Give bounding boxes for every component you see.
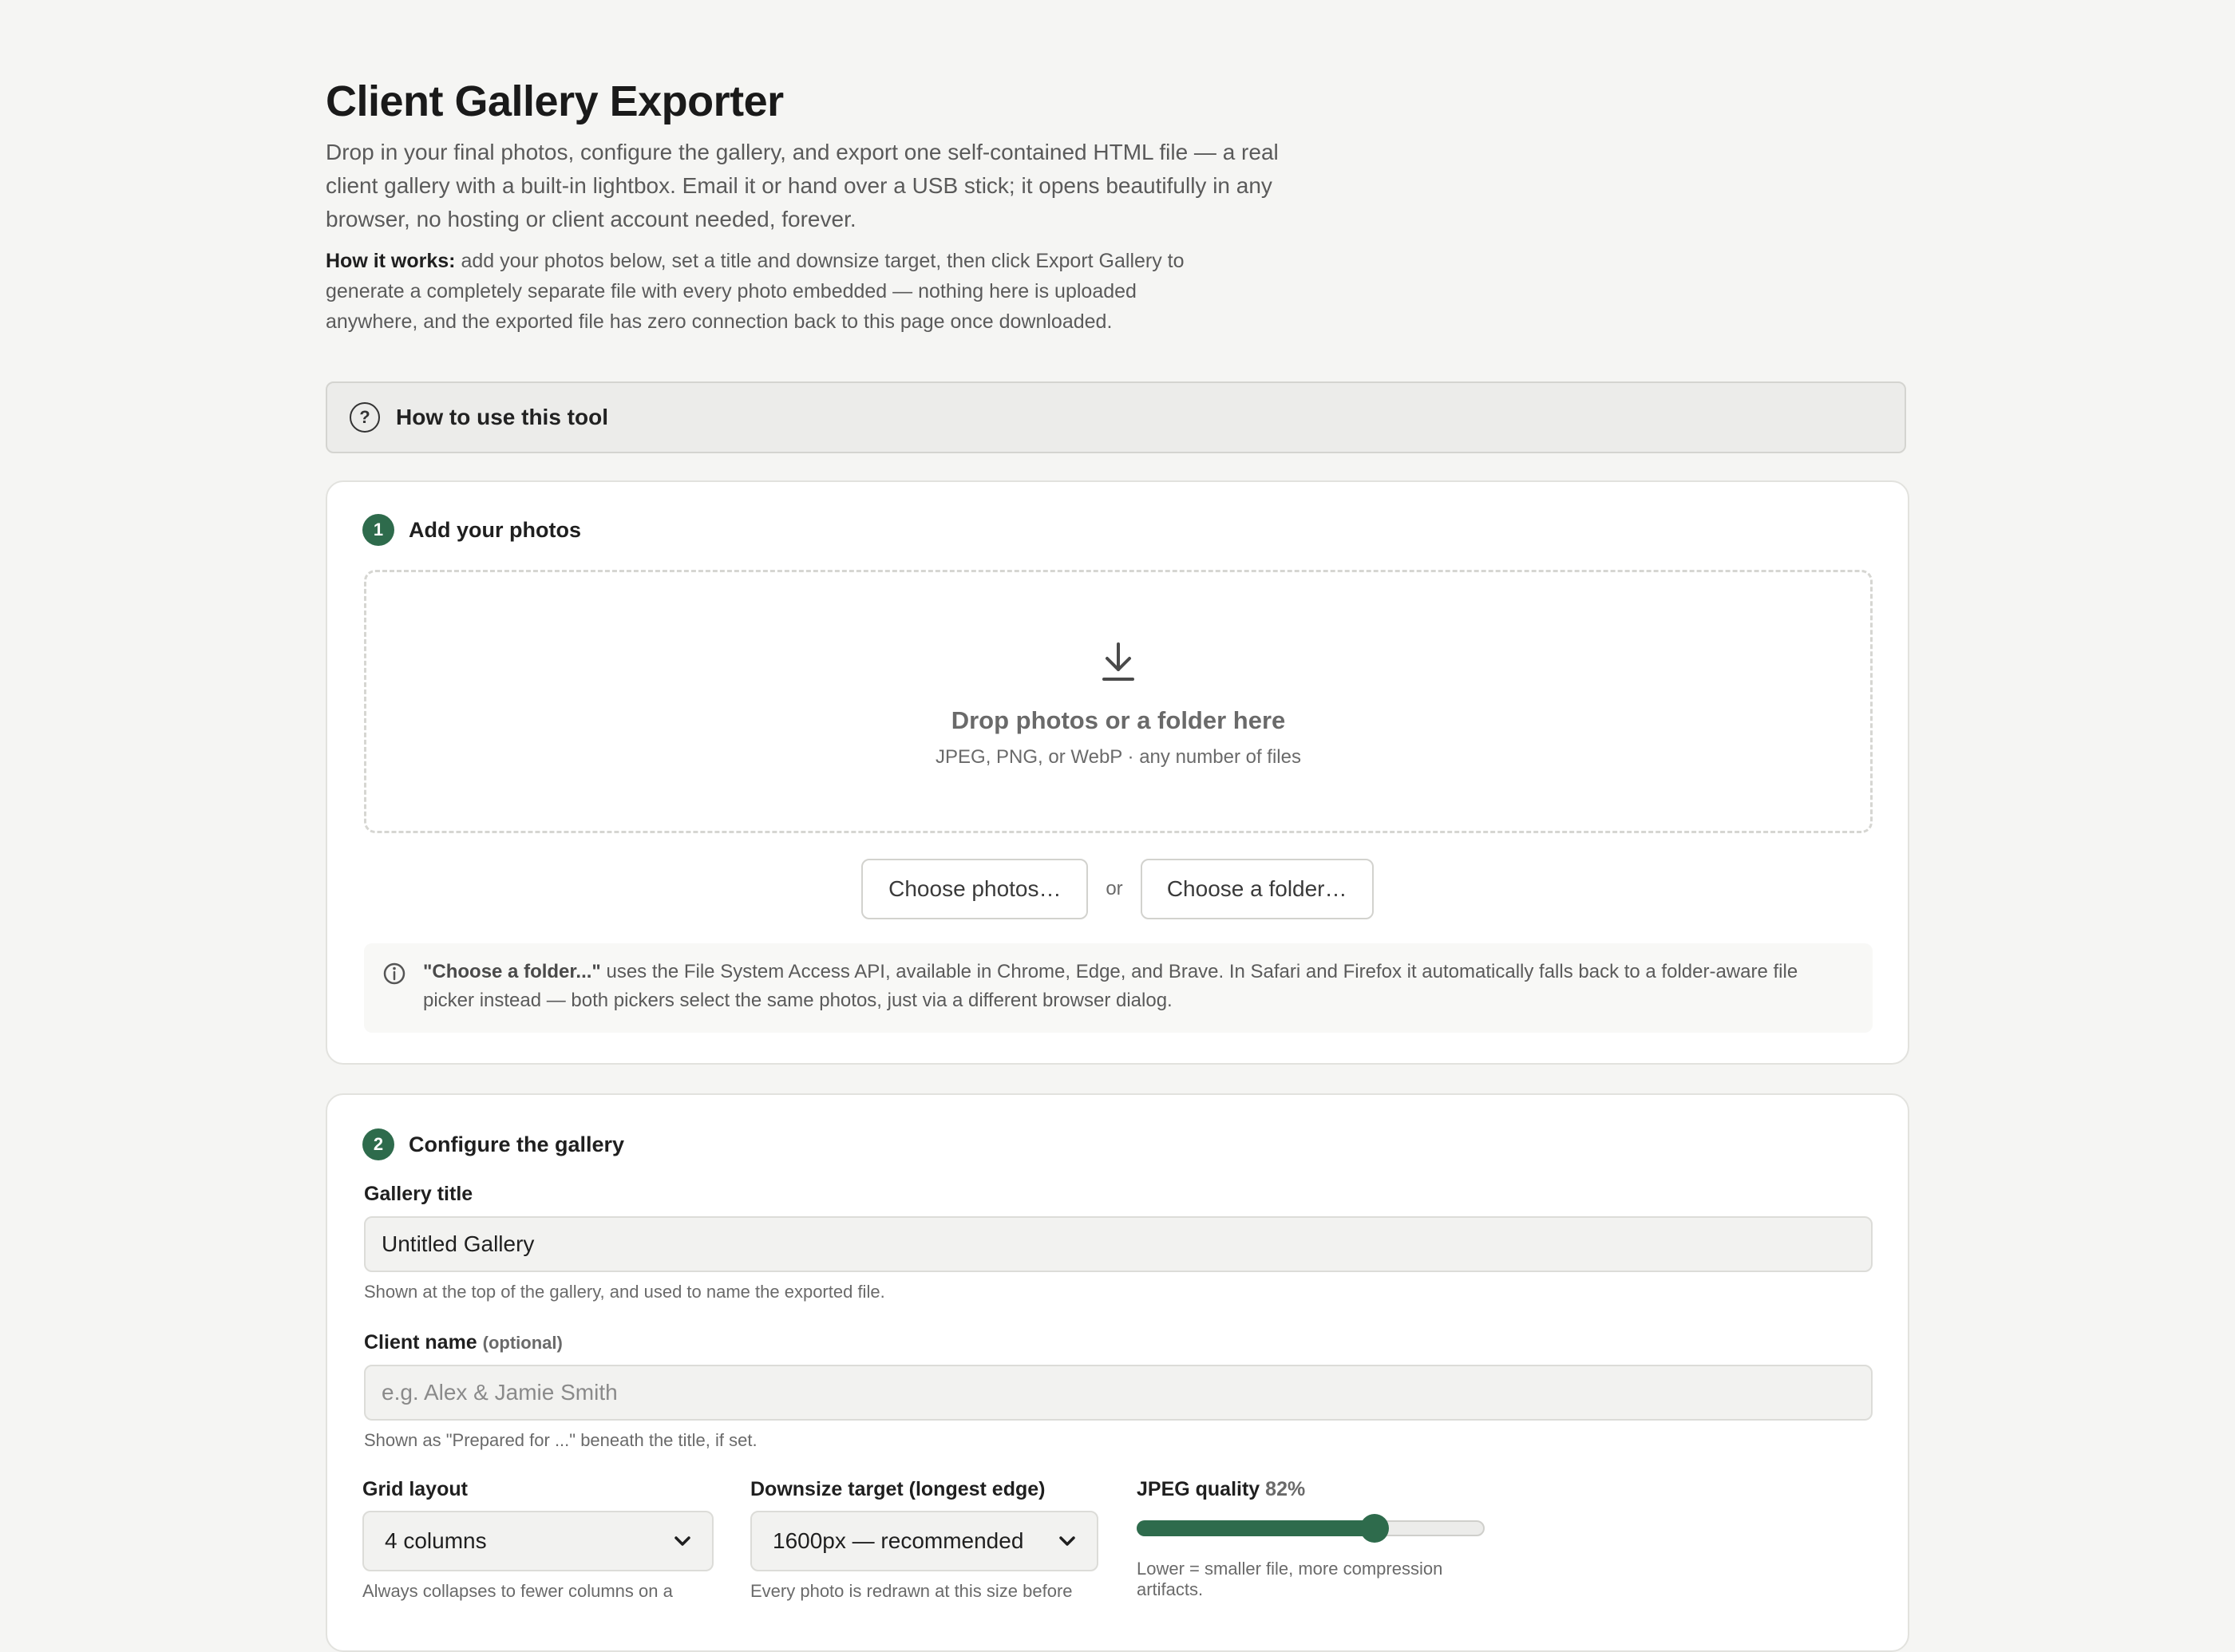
grid-layout-value: 4 columns (385, 1528, 487, 1553)
grid-layout-label: Grid layout (362, 1478, 468, 1500)
client-name-label-text: Client name (364, 1331, 477, 1354)
step-title: Add your photos (409, 517, 581, 542)
jpeg-quality-label: JPEG quality 82% (1137, 1478, 1504, 1501)
grid-layout-field: Grid layout 4 columns Always collapses t… (362, 1478, 714, 1602)
page-title: Client Gallery Exporter (326, 77, 784, 125)
step-2-header: 2 Configure the gallery (362, 1128, 624, 1160)
intro-text: Drop in your final photos, configure the… (326, 140, 1279, 231)
optional-tag: (optional) (482, 1333, 563, 1353)
dropzone-subtitle: JPEG, PNG, or WebP · any number of files (936, 746, 1301, 768)
step-number-badge: 1 (362, 514, 394, 546)
gallery-title-hint: Shown at the top of the gallery, and use… (364, 1282, 885, 1302)
how-it-works-text: How it works: add your photos below, set… (326, 246, 1228, 337)
jpeg-quality-hint-line2: artifacts. (1137, 1579, 1204, 1599)
info-icon (383, 962, 405, 985)
client-name-hint: Shown as "Prepared for ..." beneath the … (364, 1430, 758, 1450)
slider-fill (1137, 1520, 1375, 1536)
note-text: "Choose a folder..." uses the File Syste… (423, 958, 1852, 1015)
photo-dropzone[interactable]: Drop photos or a folder here JPEG, PNG, … (364, 570, 1873, 833)
how-it-works-label: How it works: (326, 250, 456, 272)
downsize-label: Downsize target (longest edge) (750, 1478, 1046, 1500)
folder-support-note: "Choose a folder..." uses the File Syste… (364, 943, 1873, 1033)
how-to-use-toggle[interactable]: ? How to use this tool (326, 381, 1906, 453)
choose-folder-button[interactable]: Choose a folder… (1140, 859, 1374, 919)
downsize-select[interactable]: 1600px — recommended (750, 1511, 1098, 1571)
jpeg-quality-field: JPEG quality 82% Lower = smaller file, m… (1137, 1478, 1504, 1600)
grid-layout-hint: Always collapses to fewer columns on a (362, 1581, 673, 1601)
client-name-input[interactable] (364, 1365, 1873, 1421)
jpeg-quality-label-text: JPEG quality (1137, 1478, 1260, 1500)
choose-photos-button[interactable]: Choose photos… (861, 859, 1089, 919)
chevron-down-icon (674, 1536, 690, 1546)
jpeg-quality-value: 82% (1265, 1478, 1306, 1500)
downsize-value: 1600px — recommended (773, 1528, 1024, 1553)
downsize-hint: Every photo is redrawn at this size befo… (750, 1581, 1073, 1601)
download-arrow-icon (1102, 642, 1134, 681)
grid-layout-select[interactable]: 4 columns (362, 1511, 714, 1571)
jpeg-quality-hint: Lower = smaller file, more compression ar… (1137, 1559, 1504, 1600)
step-1-header: 1 Add your photos (362, 514, 581, 546)
question-circle-icon: ? (350, 402, 380, 433)
chevron-down-icon (1059, 1536, 1075, 1546)
how-to-use-label: How to use this tool (396, 405, 608, 429)
gallery-title-label: Gallery title (364, 1183, 473, 1205)
picker-buttons: Choose photos… or Choose a folder… (327, 859, 1908, 919)
or-separator: or (1106, 878, 1123, 899)
step-title: Configure the gallery (409, 1132, 625, 1156)
jpeg-quality-slider[interactable] (1137, 1514, 1485, 1543)
note-body: uses the File System Access API, availab… (423, 961, 1798, 1011)
jpeg-quality-hint-line1: Lower = smaller file, more compression (1137, 1559, 1443, 1579)
client-name-label: Client name (optional) (364, 1331, 563, 1354)
downsize-field: Downsize target (longest edge) 1600px — … (750, 1478, 1098, 1602)
step-number-badge: 2 (362, 1128, 394, 1160)
slider-thumb[interactable] (1360, 1514, 1389, 1543)
gallery-title-input[interactable] (364, 1216, 1873, 1272)
dropzone-title: Drop photos or a folder here (951, 706, 1286, 734)
note-bold: "Choose a folder..." (423, 961, 601, 982)
add-photos-card: 1 Add your photos Drop photos or a folde… (326, 480, 1909, 1065)
